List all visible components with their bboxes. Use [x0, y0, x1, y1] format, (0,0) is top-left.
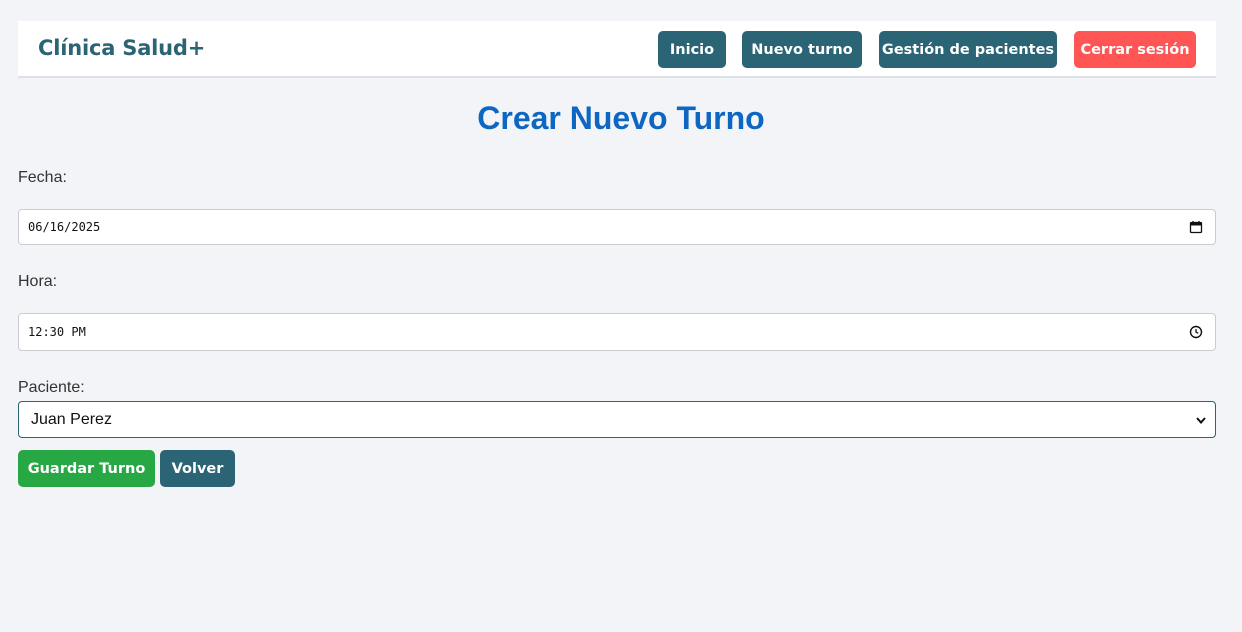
paciente-select[interactable]: Juan Perez [18, 401, 1216, 438]
save-turno-button[interactable]: Guardar Turno [18, 450, 155, 487]
logout-button[interactable]: Cerrar sesión [1074, 31, 1196, 68]
calendar-icon[interactable] [1189, 220, 1203, 234]
fecha-value: 06/16/2025 [28, 220, 101, 234]
nav-inicio-button[interactable]: Inicio [658, 31, 726, 68]
back-button[interactable]: Volver [160, 450, 235, 487]
brand-logo[interactable]: Clínica Salud+ [38, 36, 205, 60]
fecha-label: Fecha: [18, 169, 67, 186]
paciente-label: Paciente: [18, 379, 85, 396]
navbar: Clínica Salud+ Inicio Nuevo turno Gestió… [18, 21, 1216, 78]
clock-icon[interactable] [1189, 325, 1203, 339]
page-title: Crear Nuevo Turno [477, 100, 765, 136]
paciente-selected-value: Juan Perez [31, 410, 112, 428]
nav-gestion-pacientes-button[interactable]: Gestión de pacientes [879, 31, 1057, 68]
hora-value: 12:30 PM [28, 325, 86, 339]
hora-label: Hora: [18, 273, 58, 290]
chevron-down-icon [1196, 416, 1206, 424]
hora-input[interactable]: 12:30 PM [18, 313, 1216, 351]
fecha-input[interactable]: 06/16/2025 [18, 209, 1216, 245]
nav-nuevo-turno-button[interactable]: Nuevo turno [742, 31, 862, 68]
